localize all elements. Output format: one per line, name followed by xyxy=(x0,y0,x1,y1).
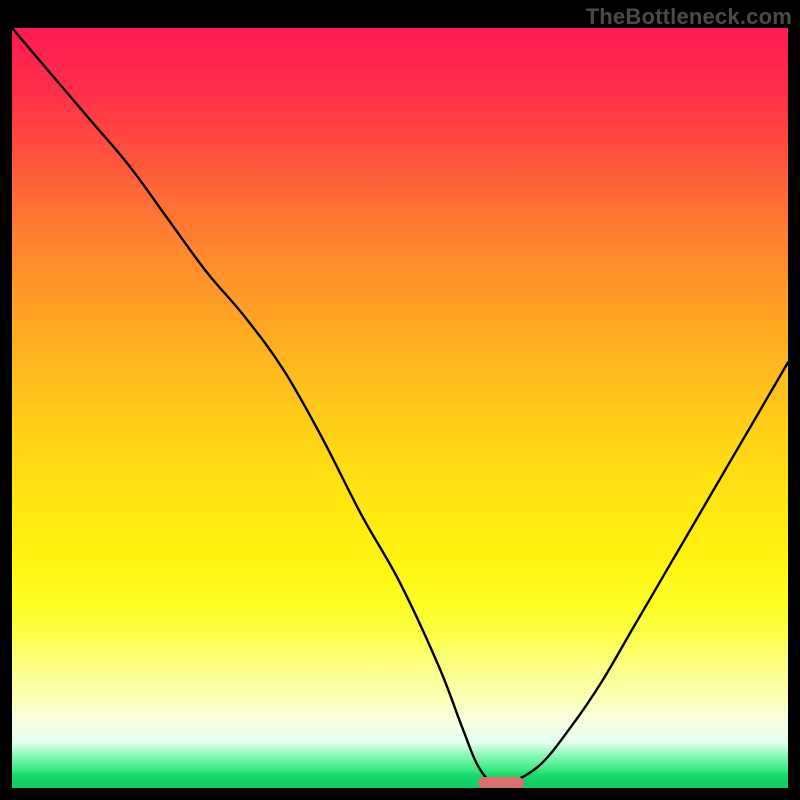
optimum-marker xyxy=(478,777,525,788)
bottleneck-curve xyxy=(12,28,788,788)
plot-area xyxy=(12,28,788,788)
watermark-text: TheBottleneck.com xyxy=(586,4,792,30)
chart-stage: TheBottleneck.com xyxy=(0,0,800,800)
